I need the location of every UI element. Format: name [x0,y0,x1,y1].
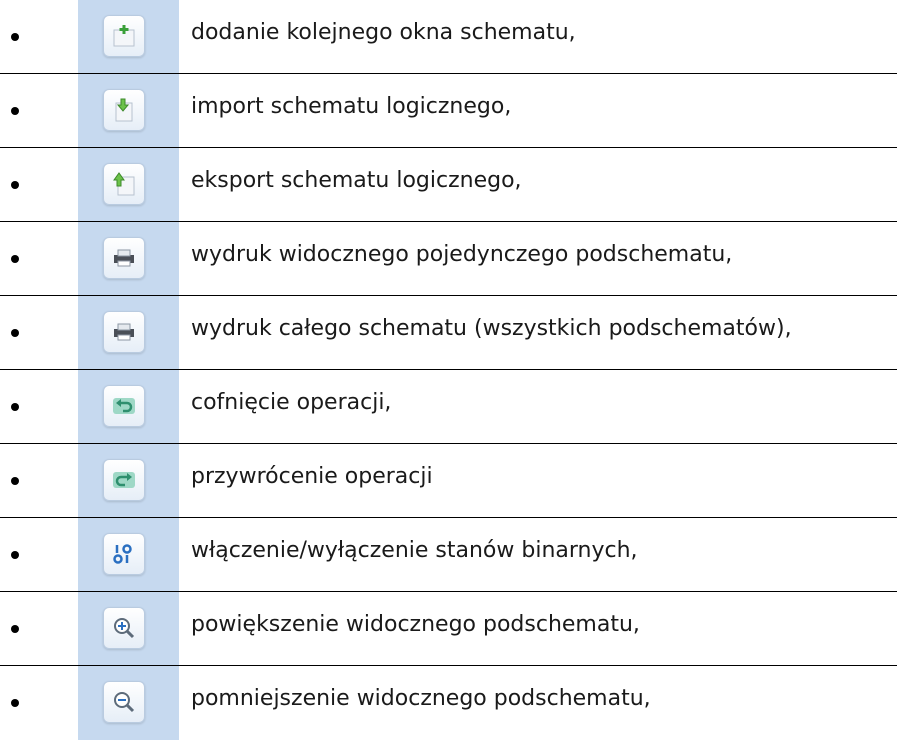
redo-icon [113,472,135,488]
print-all-icon [114,323,134,341]
bullet [11,403,19,411]
print-button[interactable] [103,237,145,279]
item-label: cofnięcie operacji, [191,390,392,415]
undo-button[interactable] [103,385,145,427]
bullet [11,33,19,41]
bullet [11,625,19,633]
list-item: dodanie kolejnego okna schematu, [0,0,897,74]
redo-button[interactable] [103,459,145,501]
item-label: powiększenie widocznego podschematu, [191,612,640,637]
item-label: dodanie kolejnego okna schematu, [191,20,576,45]
item-label: wydruk całego schematu (wszystkich podsc… [191,316,792,341]
bullet [11,551,19,559]
zoom-out-icon [114,692,135,713]
item-label: przywrócenie operacji [191,464,433,489]
bullet [11,107,19,115]
zoom-out-button[interactable] [103,681,145,723]
list-item: przywrócenie operacji [0,444,897,518]
list-item: włączenie/wyłączenie stanów binarnych, [0,518,897,592]
bullet [11,699,19,707]
undo-icon [113,398,135,414]
bullet [11,181,19,189]
print-icon [114,249,134,267]
zoom-in-button[interactable] [103,607,145,649]
list-item: powiększenie widocznego podschematu, [0,592,897,666]
item-label: pomniejszenie widocznego podschematu, [191,686,651,711]
item-label: wydruk widocznego pojedynczego podschema… [191,242,733,267]
toolbar-legend-list: dodanie kolejnego okna schematu, import … [0,0,897,740]
list-item: pomniejszenie widocznego podschematu, [0,666,897,740]
add-window-icon [113,25,135,47]
item-label: włączenie/wyłączenie stanów binarnych, [191,538,638,563]
bullet [11,329,19,337]
bullet [11,255,19,263]
export-icon [113,172,135,196]
binary-states-icon [113,544,132,564]
list-item: eksport schematu logicznego, [0,148,897,222]
import-icon [115,98,133,122]
bullet [11,477,19,485]
item-label: import schematu logicznego, [191,94,512,119]
list-item: import schematu logicznego, [0,74,897,148]
list-item: cofnięcie operacji, [0,370,897,444]
export-button[interactable] [103,163,145,205]
zoom-in-icon [114,618,135,639]
import-button[interactable] [103,89,145,131]
binary-states-button[interactable] [103,533,145,575]
list-item: wydruk widocznego pojedynczego podschema… [0,222,897,296]
print-all-button[interactable] [103,311,145,353]
add-window-button[interactable] [103,15,145,57]
list-item: wydruk całego schematu (wszystkich podsc… [0,296,897,370]
item-label: eksport schematu logicznego, [191,168,522,193]
